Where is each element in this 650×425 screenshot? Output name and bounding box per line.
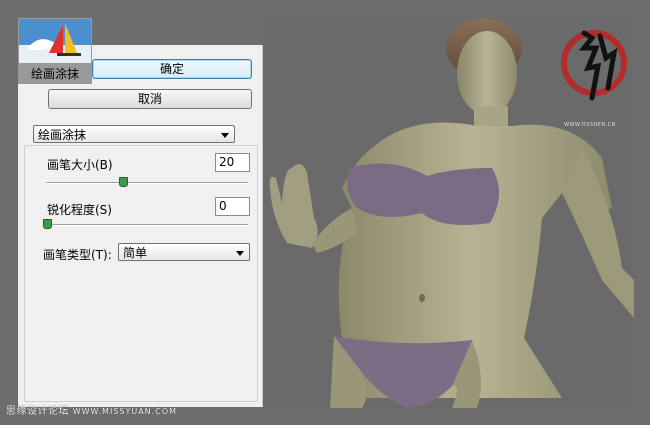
brush-size-label: 画笔大小(B) — [47, 158, 113, 172]
ok-button[interactable]: 确定 — [92, 59, 252, 79]
sailboat-icon — [19, 19, 91, 63]
thumbnail-label: 绘画涂抹 — [30, 67, 79, 81]
cancel-button[interactable]: 取消 — [48, 89, 252, 109]
filter-select-value: 绘画涂抹 — [38, 128, 87, 142]
filter-thumbnail[interactable]: 绘画涂抹 — [18, 18, 92, 84]
sharpness-slider-track[interactable] — [46, 224, 248, 226]
brand-logo — [561, 30, 627, 101]
chevron-down-icon — [221, 133, 229, 138]
watermark-site-url: WWW.MISSYUAN.COM — [72, 407, 177, 416]
sharpness-label: 锐化程度(S) — [47, 203, 112, 217]
watermark: 思缘设计论坛 WWW.MISSYUAN.COM — [6, 402, 177, 417]
filter-select[interactable]: 绘画涂抹 — [33, 125, 235, 143]
brush-type-label: 画笔类型(T): — [43, 248, 112, 262]
brush-size-input[interactable]: 20 — [215, 153, 250, 172]
sharpness-input[interactable]: 0 — [215, 197, 250, 216]
brush-type-select[interactable]: 简单 — [118, 243, 250, 261]
brush-type-value: 简单 — [123, 246, 148, 260]
chevron-down-icon — [236, 251, 244, 256]
watermark-site-name: 思缘设计论坛 — [6, 406, 69, 417]
logo-url: WWW.HSSHEN.CN — [564, 122, 616, 128]
sharpness-slider-handle[interactable] — [43, 219, 52, 229]
thumbnail-image — [19, 19, 91, 63]
brush-size-slider-track[interactable] — [46, 182, 248, 184]
brush-size-slider-handle[interactable] — [118, 177, 128, 187]
image-preview-canvas[interactable]: WWW.HSSHEN.CN — [262, 18, 634, 408]
